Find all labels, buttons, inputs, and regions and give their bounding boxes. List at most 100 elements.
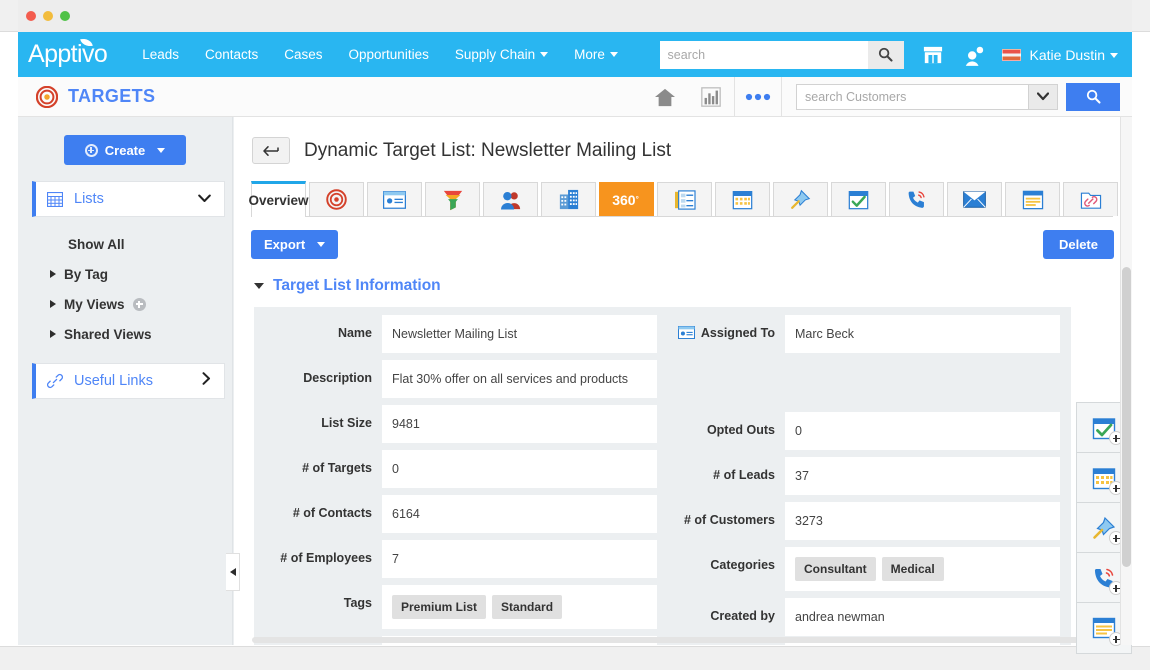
- tag-chips: Premium List Standard: [392, 595, 562, 619]
- tab-tasks[interactable]: [831, 182, 886, 216]
- chevron-right-icon: [50, 330, 56, 338]
- store-icon[interactable]: [922, 45, 944, 65]
- chip[interactable]: Consultant: [795, 557, 876, 581]
- note-icon: [1022, 190, 1044, 210]
- export-button[interactable]: Export: [251, 230, 338, 259]
- action-row: Export Delete: [251, 230, 1114, 259]
- tab-attachments[interactable]: [1063, 182, 1118, 216]
- nav-link-contacts[interactable]: Contacts: [192, 41, 271, 68]
- field-value[interactable]: 37: [785, 457, 1060, 495]
- sidebar-item-my-views[interactable]: My Views: [50, 289, 232, 319]
- chevron-down-icon: [610, 52, 618, 57]
- tab-emails[interactable]: [947, 182, 1002, 216]
- chrome-inner: [18, 0, 1132, 32]
- nav-link-opportunities[interactable]: Opportunities: [336, 41, 442, 68]
- field-description: Description Flat 30% offer on all servic…: [254, 360, 657, 398]
- search-input[interactable]: [660, 41, 868, 69]
- minimize-icon[interactable]: [43, 11, 53, 21]
- field-value[interactable]: 0: [382, 450, 657, 488]
- customer-search-button[interactable]: [1066, 83, 1120, 111]
- tab-targets[interactable]: [309, 182, 364, 216]
- tab-contacts[interactable]: [367, 182, 422, 216]
- tab-notes[interactable]: [1005, 182, 1060, 216]
- field-value[interactable]: 9481: [382, 405, 657, 443]
- field-label: # of Customers: [684, 513, 775, 527]
- field-name: Name Newsletter Mailing List: [254, 315, 657, 353]
- sidebar-item-show-all[interactable]: Show All: [50, 229, 232, 259]
- back-button[interactable]: [252, 137, 290, 164]
- search-scope-dropdown[interactable]: [1028, 84, 1058, 110]
- reports-icon[interactable]: [688, 77, 734, 117]
- tab-pin[interactable]: [773, 182, 828, 216]
- sidebar: Create Lists: [18, 117, 233, 645]
- sidebar-item-by-tag[interactable]: By Tag: [50, 259, 232, 289]
- sidebar-item-useful-links[interactable]: Useful Links: [32, 363, 225, 399]
- nav-link-more[interactable]: More: [561, 41, 631, 68]
- field-value[interactable]: 0: [785, 412, 1060, 450]
- tab-opportunities[interactable]: [425, 182, 480, 216]
- user-icon[interactable]: [964, 44, 984, 66]
- top-navigation-bar: Apptivo Leads Contacts Cases Opportuniti…: [18, 32, 1132, 77]
- nav-link-supply-chain[interactable]: Supply Chain: [442, 41, 561, 68]
- field-num-leads: # of Leads 37: [657, 457, 1060, 495]
- form-column-left: Name Newsletter Mailing List Description…: [254, 315, 657, 645]
- chip[interactable]: Premium List: [392, 595, 486, 619]
- delete-button[interactable]: Delete: [1043, 230, 1114, 259]
- sidebar-item-lists[interactable]: Lists: [32, 181, 225, 217]
- sidebar-item-shared-views[interactable]: Shared Views: [50, 319, 232, 349]
- create-button[interactable]: Create: [64, 135, 186, 165]
- close-icon[interactable]: [26, 11, 36, 21]
- tab-people[interactable]: [483, 182, 538, 216]
- more-dots-icon[interactable]: [735, 77, 781, 117]
- main-vertical-scrollbar[interactable]: [1120, 117, 1132, 645]
- chip[interactable]: Standard: [492, 595, 562, 619]
- add-view-icon[interactable]: [133, 298, 146, 311]
- nav-link-cases[interactable]: Cases: [271, 41, 335, 68]
- field-label: Name: [338, 326, 372, 340]
- field-value[interactable]: Marc Beck: [785, 315, 1060, 353]
- target-list-information-form: Name Newsletter Mailing List Description…: [254, 307, 1071, 645]
- customer-search-input[interactable]: [796, 84, 1028, 110]
- flag-icon: [1002, 49, 1021, 61]
- tab-notes-list[interactable]: [657, 182, 712, 216]
- field-value[interactable]: Flat 30% offer on all services and produ…: [382, 360, 657, 398]
- field-categories: Categories Consultant Medical: [657, 547, 1060, 591]
- inner-horizontal-scrollbar[interactable]: [252, 637, 1132, 644]
- form-column-right: Assigned To Marc Beck Opted Outs 0: [657, 315, 1060, 645]
- chevron-down-icon: [157, 148, 165, 153]
- search-icon: [878, 47, 893, 62]
- nav-link-label: Cases: [284, 47, 322, 62]
- customer-search: [796, 83, 1120, 111]
- tab-calls[interactable]: [889, 182, 944, 216]
- field-value[interactable]: andrea newman: [785, 598, 1060, 636]
- target-icon: [326, 189, 347, 210]
- scrollbar-thumb[interactable]: [252, 637, 1112, 643]
- search-button[interactable]: [868, 41, 904, 69]
- section-header[interactable]: Target List Information: [254, 277, 1132, 295]
- user-menu[interactable]: Katie Dustin: [1030, 47, 1118, 63]
- maximize-icon[interactable]: [60, 11, 70, 21]
- tab-calendar[interactable]: [715, 182, 770, 216]
- tab-companies[interactable]: [541, 182, 596, 216]
- nav-link-leads[interactable]: Leads: [129, 41, 192, 68]
- contact-card-icon: [678, 326, 695, 340]
- apptivo-logo[interactable]: Apptivo: [28, 42, 107, 67]
- pin-icon: [790, 189, 811, 210]
- sidebar-collapse-button[interactable]: [226, 553, 240, 591]
- tab-360-view[interactable]: 360°: [599, 182, 654, 216]
- form-grid: Name Newsletter Mailing List Description…: [254, 315, 1071, 645]
- field-created-by: Created by andrea newman: [657, 598, 1060, 636]
- chip[interactable]: Medical: [882, 557, 944, 581]
- nav-link-label: Contacts: [205, 47, 258, 62]
- field-value[interactable]: Newsletter Mailing List: [382, 315, 657, 353]
- scrollbar-thumb[interactable]: [1122, 267, 1131, 567]
- field-value[interactable]: 7: [382, 540, 657, 578]
- category-chips: Consultant Medical: [795, 557, 944, 581]
- field-value[interactable]: 3273: [785, 502, 1060, 540]
- tab-overview[interactable]: Overview: [251, 181, 306, 217]
- home-icon[interactable]: [642, 77, 688, 117]
- field-label: List Size: [321, 416, 372, 430]
- field-label: # of Leads: [713, 468, 775, 482]
- field-value[interactable]: 6164: [382, 495, 657, 533]
- field-num-targets: # of Targets 0: [254, 450, 657, 488]
